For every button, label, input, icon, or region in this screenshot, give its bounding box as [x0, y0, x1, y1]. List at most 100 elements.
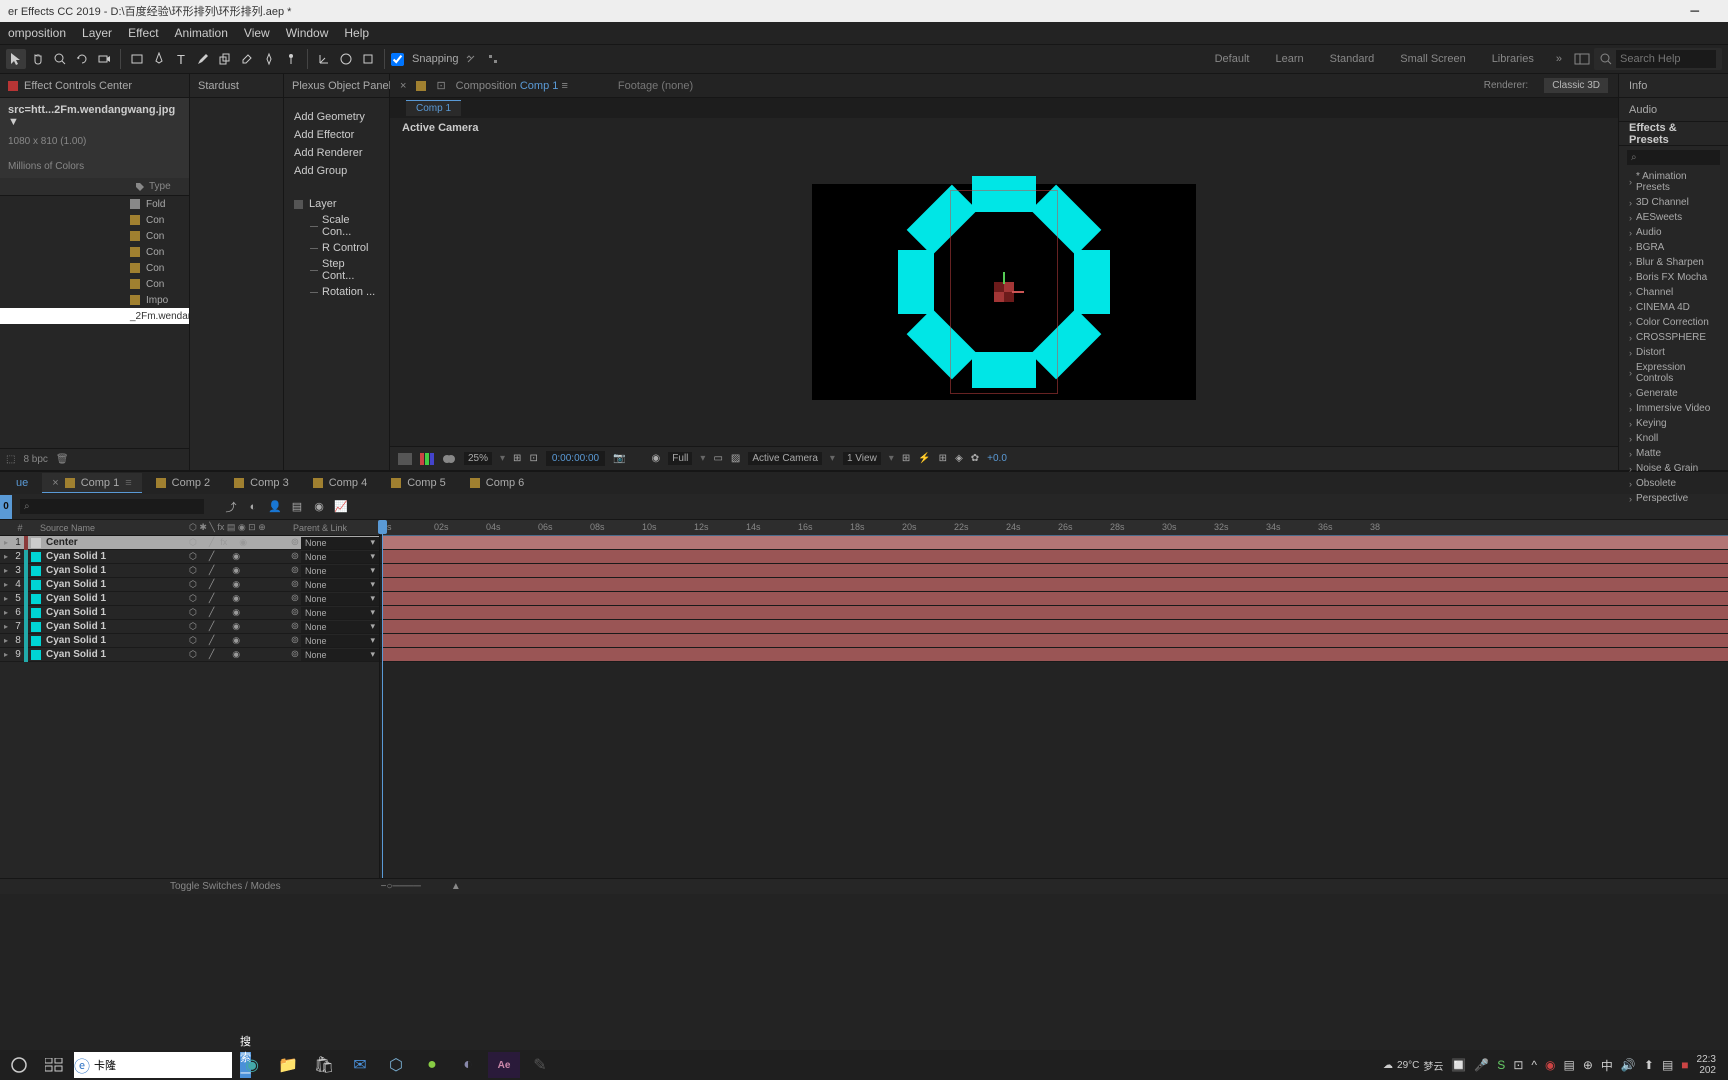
project-item[interactable]: Con [0, 260, 189, 276]
workspace-learn[interactable]: Learn [1263, 53, 1315, 65]
layer-row[interactable]: ▸ 4 Cyan Solid 1 ⬡╱◉ ⊚ None▾ [0, 578, 379, 592]
twirl-icon[interactable]: ▸ [0, 594, 12, 603]
comp-mini-flowchart-icon[interactable]: ⤴ [222, 498, 240, 516]
layer-name[interactable]: Cyan Solid 1 [44, 565, 189, 576]
parent-pickwhip-icon[interactable]: ⊚ [289, 579, 301, 590]
tray-icon[interactable]: ▤ [1564, 1058, 1575, 1072]
layer-track[interactable] [380, 536, 1728, 550]
parent-pickwhip-icon[interactable]: ⊚ [289, 621, 301, 632]
layer-bar[interactable] [382, 550, 1728, 563]
edge-icon[interactable]: ◉ [236, 1052, 268, 1078]
tool-axis-world[interactable] [336, 49, 356, 69]
app-icon[interactable]: ● [416, 1052, 448, 1078]
task-view-icon[interactable] [38, 1052, 70, 1078]
tool-zoom[interactable] [50, 49, 70, 69]
app-icon[interactable]: ◐ [452, 1052, 484, 1078]
timeline-tab[interactable]: Comp 6 [460, 473, 535, 493]
plexus-rotation-control[interactable]: Rotation ... [284, 284, 389, 300]
lock-icon[interactable]: ⊡ [436, 79, 445, 92]
timeline-tab[interactable]: ×Comp 1≡ [42, 473, 141, 493]
motion-blur-icon[interactable]: ◉ [310, 498, 328, 516]
tool-roto[interactable] [259, 49, 279, 69]
parent-pickwhip-icon[interactable]: ⊚ [289, 551, 301, 562]
resolution-dropdown[interactable]: Full [668, 452, 692, 465]
layer-track[interactable] [380, 564, 1728, 578]
layer-track[interactable] [380, 634, 1728, 648]
layer-track[interactable] [380, 578, 1728, 592]
timeline-tab[interactable]: Comp 3 [224, 473, 299, 493]
twirl-icon[interactable]: ▸ [0, 650, 12, 659]
project-item-selected[interactable]: _2Fm.wendangwang.jpg [0, 308, 189, 324]
plexus-layer-node[interactable]: Layer [284, 196, 389, 212]
comp-subtab[interactable]: Comp 1 [406, 100, 461, 116]
bit-depth[interactable]: 8 bpc [23, 454, 47, 465]
tool-axis-view[interactable] [358, 49, 378, 69]
color-mgmt-icon[interactable]: ◉ [652, 453, 661, 464]
parent-pickwhip-icon[interactable]: ⊚ [289, 635, 301, 646]
layer-switches[interactable]: ⬡╱fx◉ [189, 537, 289, 548]
layer-row[interactable]: ▸ 3 Cyan Solid 1 ⬡╱◉ ⊚ None▾ [0, 564, 379, 578]
volume-icon[interactable]: 🔊 [1621, 1058, 1636, 1072]
asset-name[interactable]: src=htt...2Fm.wendangwang.jpg ▼ [0, 98, 189, 134]
effect-controls-tab[interactable]: Effect Controls Center [24, 80, 132, 92]
preview-canvas[interactable] [812, 184, 1196, 400]
mail-icon[interactable]: ✉ [344, 1052, 376, 1078]
close-tab-icon[interactable]: × [400, 80, 406, 92]
current-time[interactable]: 0:00:00:00 [546, 451, 605, 466]
tool-clone[interactable] [215, 49, 235, 69]
tray-icon[interactable]: ^ [1531, 1058, 1537, 1072]
preset-category[interactable]: Keying [1619, 416, 1728, 431]
cyan-rect[interactable] [907, 185, 978, 256]
time-ruler[interactable]: 0s02s04s06s08s10s12s14s16s18s20s22s24s26… [380, 520, 1728, 536]
layer-row[interactable]: ▸ 7 Cyan Solid 1 ⬡╱◉ ⊚ None▾ [0, 620, 379, 634]
layer-switches[interactable]: ⬡╱◉ [189, 565, 289, 576]
preset-search-input[interactable] [1627, 150, 1720, 165]
zoom-dropdown[interactable]: 25% [464, 452, 492, 465]
renderer-dropdown[interactable]: Classic 3D [1544, 78, 1608, 93]
layer-row[interactable]: ▸ 6 Cyan Solid 1 ⬡╱◉ ⊚ None▾ [0, 606, 379, 620]
layer-track[interactable] [380, 592, 1728, 606]
playhead[interactable] [382, 520, 383, 878]
workspace-standard[interactable]: Standard [1318, 53, 1387, 65]
twirl-icon[interactable]: ▸ [0, 622, 12, 631]
snapping-checkbox[interactable] [391, 53, 404, 66]
snap-opt-2[interactable] [483, 49, 503, 69]
fast-preview-icon[interactable]: ⚡ [918, 453, 930, 464]
layer-bar[interactable] [382, 648, 1728, 661]
hide-shy-icon[interactable]: 👤 [266, 498, 284, 516]
cyan-rect[interactable] [972, 176, 1036, 212]
snap-opt-1[interactable] [461, 49, 481, 69]
tray-icon[interactable]: ■ [1681, 1058, 1688, 1072]
menu-composition[interactable]: omposition [8, 26, 66, 40]
layer-bar[interactable] [382, 634, 1728, 647]
layer-track[interactable] [380, 606, 1728, 620]
weather-widget[interactable]: ☁ 29°C 梦云 [1383, 1058, 1443, 1073]
plexus-tab[interactable]: Plexus Object Panel [292, 80, 391, 92]
layer-bar[interactable] [382, 606, 1728, 619]
layer-color-chip[interactable] [24, 648, 28, 662]
twirl-icon[interactable]: ▸ [0, 566, 12, 575]
preset-category[interactable]: CINEMA 4D [1619, 300, 1728, 315]
exposure-value[interactable]: +0.0 [987, 453, 1007, 464]
layer-name[interactable]: Cyan Solid 1 [44, 551, 189, 562]
start-button[interactable] [4, 1052, 34, 1078]
timeline-search-input[interactable] [20, 499, 204, 514]
tool-hand[interactable] [28, 49, 48, 69]
parent-dropdown[interactable]: None▾ [301, 635, 379, 647]
cyan-rect[interactable] [1074, 250, 1110, 314]
app-icon[interactable]: ✎ [524, 1052, 556, 1078]
plexus-step-control[interactable]: Step Cont... [284, 256, 389, 284]
parent-pickwhip-icon[interactable]: ⊚ [289, 593, 301, 604]
parent-dropdown[interactable]: None▾ [301, 593, 379, 605]
layer-track[interactable] [380, 648, 1728, 662]
preset-category[interactable]: Channel [1619, 285, 1728, 300]
exposure-reset-icon[interactable]: ✿ [971, 453, 979, 464]
tray-icon[interactable]: 🎤 [1474, 1058, 1489, 1072]
views-dropdown[interactable]: 1 View [843, 452, 881, 465]
workspace-default[interactable]: Default [1203, 53, 1262, 65]
preset-category[interactable]: Perspective [1619, 491, 1728, 506]
layer-row[interactable]: ▸ 8 Cyan Solid 1 ⬡╱◉ ⊚ None▾ [0, 634, 379, 648]
transparency-icon[interactable]: ▨ [731, 453, 740, 464]
layer-color-chip[interactable] [24, 564, 28, 578]
audio-panel-tab[interactable]: Audio [1619, 98, 1728, 122]
